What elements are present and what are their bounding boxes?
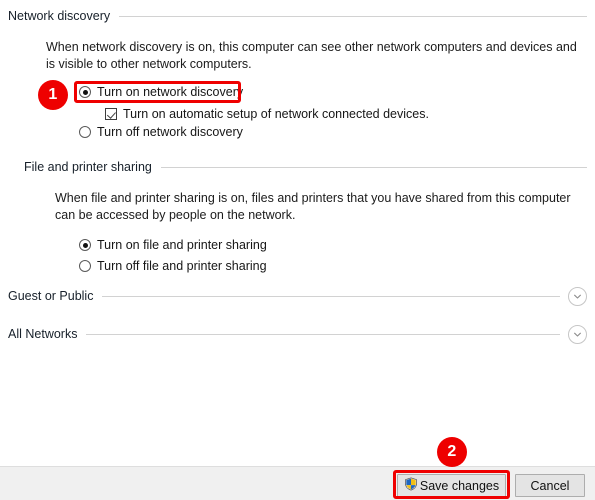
save-changes-label: Save changes bbox=[419, 478, 500, 493]
step-badge-1-label: 1 bbox=[48, 86, 58, 103]
radio-label: Turn off network discovery bbox=[97, 125, 243, 139]
checkbox-turn-on-automatic-setup[interactable]: Turn on automatic setup of network conne… bbox=[105, 105, 429, 123]
section-rule bbox=[102, 295, 560, 297]
step-badge-2-label: 2 bbox=[447, 443, 457, 460]
network-discovery-description: When network discovery is on, this compu… bbox=[46, 40, 577, 71]
save-changes-button[interactable]: Save changes bbox=[397, 474, 506, 497]
section-title: All Networks bbox=[8, 327, 78, 341]
section-rule bbox=[119, 15, 587, 17]
cancel-button[interactable]: Cancel bbox=[515, 474, 585, 497]
section-header-network-discovery: Network discovery bbox=[8, 8, 587, 24]
radio-turn-off-file-and-printer-sharing[interactable]: Turn off file and printer sharing bbox=[79, 257, 267, 275]
section-rule bbox=[160, 166, 587, 168]
radio-label: Turn on file and printer sharing bbox=[97, 238, 267, 252]
cancel-label: Cancel bbox=[530, 478, 570, 493]
radio-label: Turn off file and printer sharing bbox=[97, 259, 267, 273]
section-rule bbox=[86, 333, 560, 335]
section-title: File and printer sharing bbox=[24, 160, 152, 174]
chevron-down-icon[interactable] bbox=[568, 324, 587, 344]
step-badge-2: 2 bbox=[437, 437, 467, 467]
checkbox-indicator[interactable] bbox=[105, 108, 117, 120]
radio-turn-on-file-and-printer-sharing[interactable]: Turn on file and printer sharing bbox=[79, 236, 267, 254]
chevron-down-icon[interactable] bbox=[568, 286, 587, 306]
network-sharing-settings-panel: Network discovery When network discovery… bbox=[0, 0, 595, 500]
step-badge-1: 1 bbox=[38, 80, 68, 110]
radio-label: Turn on network discovery bbox=[97, 85, 244, 99]
radio-indicator[interactable] bbox=[79, 239, 91, 251]
section-header-file-and-printer-sharing: File and printer sharing bbox=[24, 159, 587, 175]
section-title: Guest or Public bbox=[8, 289, 94, 303]
radio-indicator[interactable] bbox=[79, 86, 91, 98]
section-header-all-networks[interactable]: All Networks bbox=[8, 324, 587, 344]
section-title: Network discovery bbox=[8, 9, 111, 23]
file-printer-sharing-description: When file and printer sharing is on, fil… bbox=[55, 191, 571, 222]
uac-shield-icon bbox=[404, 477, 418, 494]
dialog-footer: Save changes Cancel bbox=[0, 466, 595, 500]
radio-indicator[interactable] bbox=[79, 126, 91, 138]
radio-turn-off-network-discovery[interactable]: Turn off network discovery bbox=[79, 123, 243, 141]
radio-turn-on-network-discovery[interactable]: Turn on network discovery bbox=[79, 83, 243, 101]
radio-indicator[interactable] bbox=[79, 260, 91, 272]
checkbox-label: Turn on automatic setup of network conne… bbox=[123, 107, 429, 121]
section-header-guest-or-public[interactable]: Guest or Public bbox=[8, 286, 587, 306]
